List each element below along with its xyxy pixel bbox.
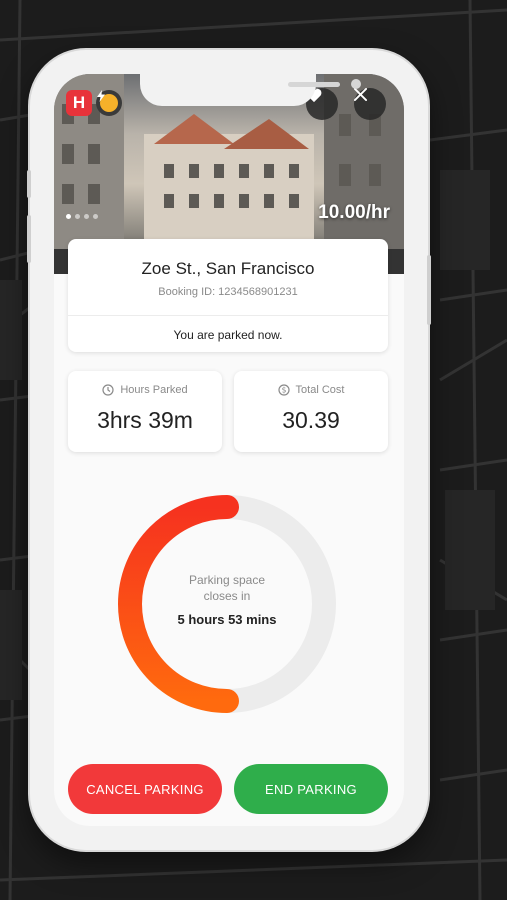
total-cost-label: Total Cost [295, 384, 345, 396]
end-parking-button[interactable]: END PARKING [234, 764, 388, 814]
brand-badge: H [66, 90, 92, 116]
phone-volume-button [27, 215, 31, 263]
bolt-icon [96, 90, 122, 116]
front-camera [351, 79, 361, 89]
speaker-grille [288, 82, 340, 87]
cancel-parking-button[interactable]: CANCEL PARKING [68, 764, 222, 814]
countdown-ring-progress [118, 495, 239, 713]
carousel-indicator [66, 214, 98, 219]
close-button[interactable] [354, 88, 386, 120]
total-cost-card: $ Total Cost 30.39 [234, 371, 388, 452]
brand-badge-letter: H [72, 93, 86, 112]
countdown-remaining: 5 hours 53 mins [177, 612, 277, 627]
countdown-ring [118, 495, 336, 713]
svg-text:$: $ [281, 386, 286, 395]
location-card: Zoe St., San Francisco Booking ID: 12345… [68, 239, 388, 352]
carousel-dot[interactable] [93, 214, 98, 219]
hours-parked-card: Hours Parked 3hrs 39m [68, 371, 222, 452]
clock-icon [102, 384, 114, 396]
dollar-icon: $ [277, 384, 290, 396]
hours-parked-label: Hours Parked [120, 384, 188, 396]
countdown-caption-line2: closes in [203, 589, 251, 603]
app-screen: H 10.00/hr Zoe St., San Francisco Bookin… [54, 74, 404, 826]
booking-id: Booking ID: 1234568901231 [158, 286, 298, 298]
phone-side-button [27, 170, 31, 198]
close-icon [354, 88, 367, 101]
divider [68, 315, 388, 316]
countdown-caption-line1: Parking space [188, 573, 266, 587]
total-cost-value: 30.39 [282, 407, 340, 433]
hourly-rate: 10.00/hr [318, 202, 390, 223]
carousel-dot[interactable] [66, 214, 71, 219]
carousel-dot[interactable] [75, 214, 80, 219]
location-title: Zoe St., San Francisco [141, 259, 315, 278]
countdown-caption: Parking space closes in [117, 572, 337, 604]
parking-status: You are parked now. [173, 328, 283, 342]
phone-power-button [427, 255, 431, 325]
phone-notch [140, 74, 361, 106]
carousel-dot[interactable] [84, 214, 89, 219]
hours-parked-value: 3hrs 39m [97, 407, 193, 433]
